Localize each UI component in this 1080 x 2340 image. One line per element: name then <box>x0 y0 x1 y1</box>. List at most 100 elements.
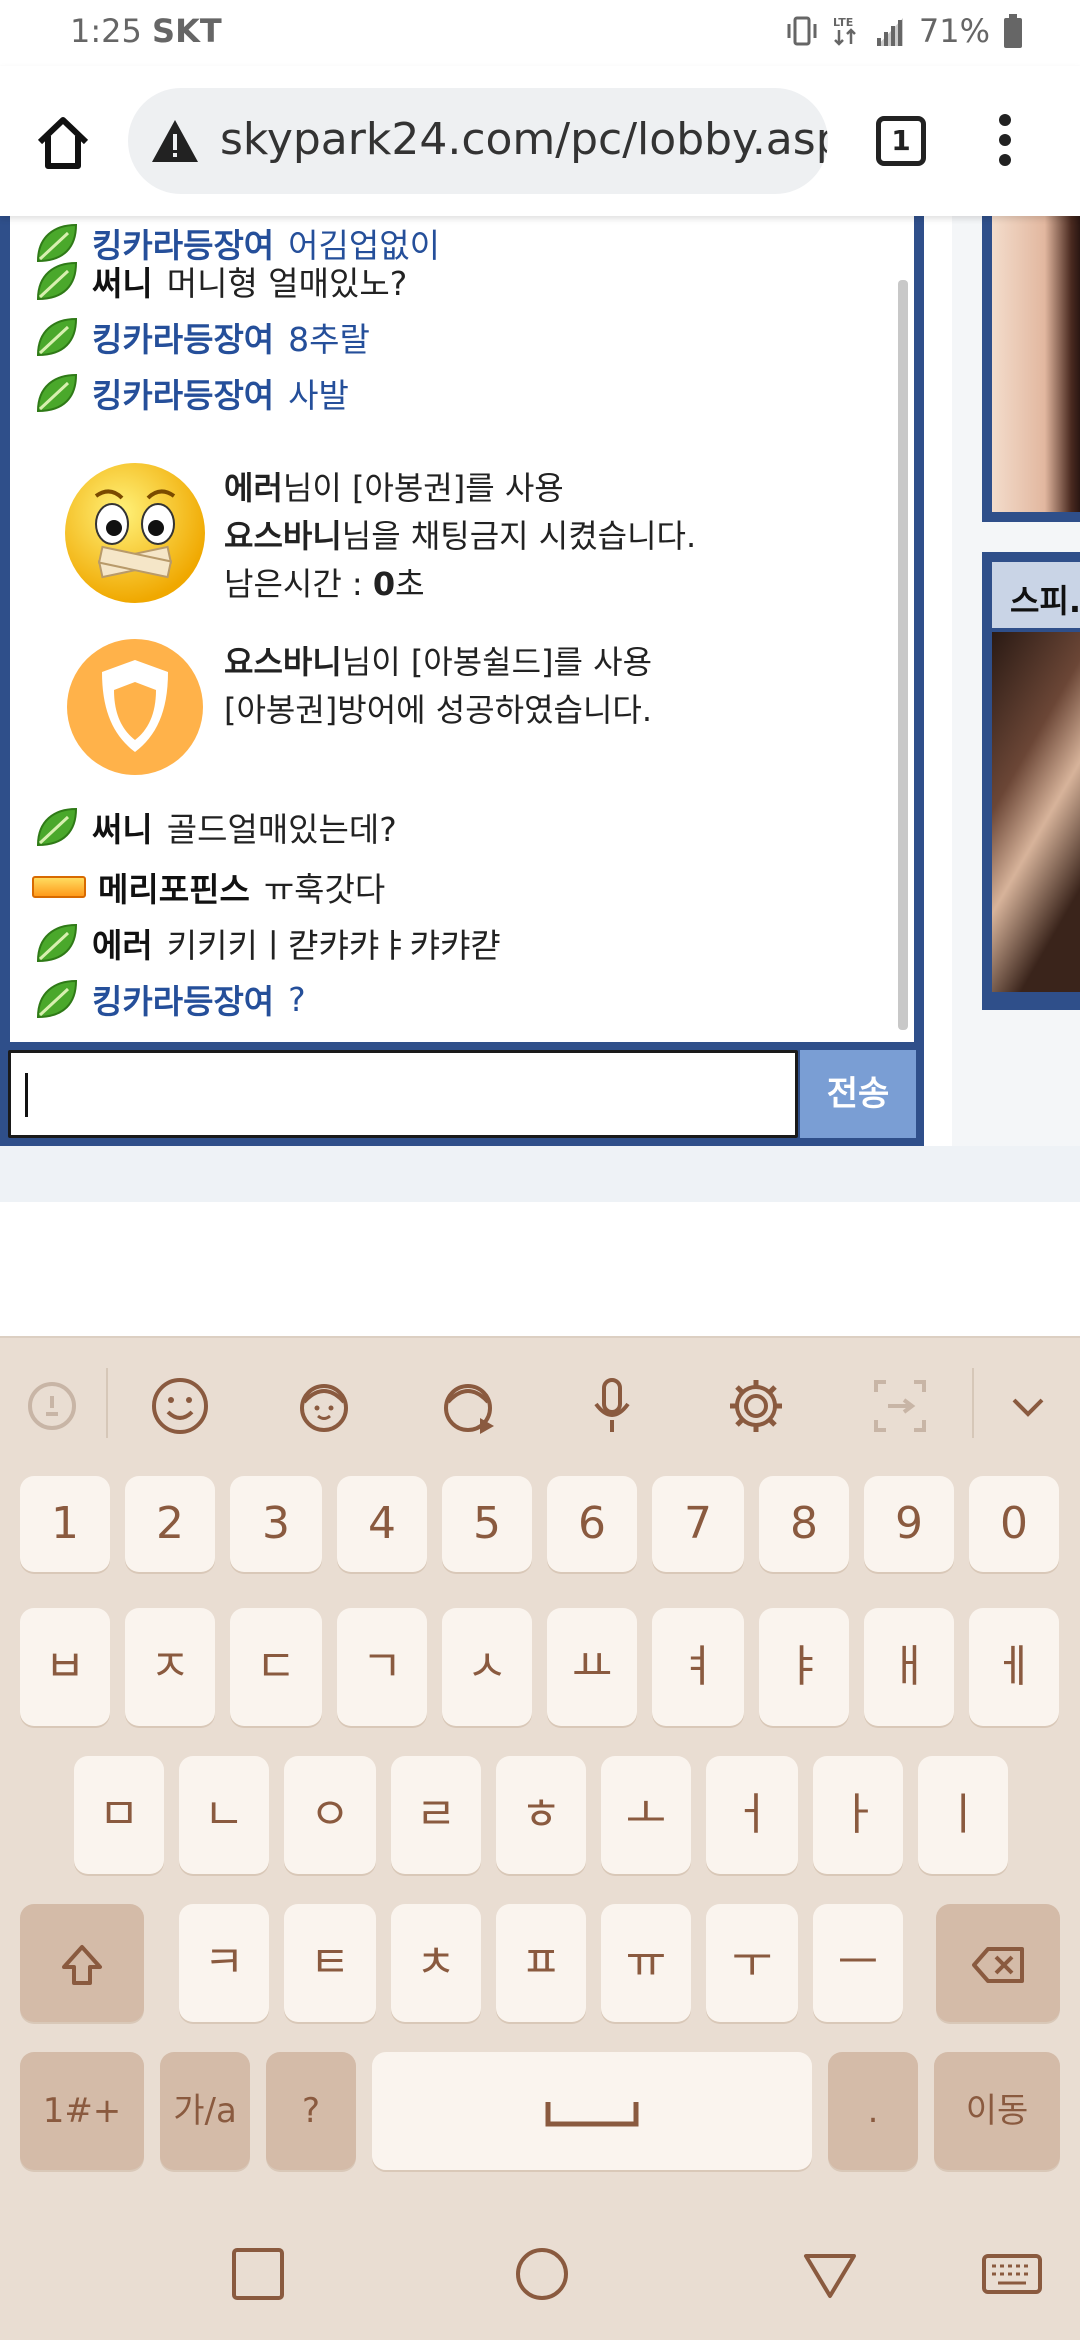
key-r[interactable]: ㄹ <box>391 1756 481 1874</box>
key-m[interactable]: ㅁ <box>74 1756 164 1874</box>
collapse-toolbar-button[interactable] <box>996 1374 1060 1438</box>
key-ch[interactable]: ㅊ <box>391 1904 481 2022</box>
tab-switcher-button[interactable]: 1 <box>876 116 926 166</box>
avatar-sticker-button[interactable] <box>292 1374 356 1438</box>
leaf-icon <box>36 923 78 963</box>
key-h[interactable]: ㅎ <box>496 1756 586 1874</box>
clipboard-sync-button[interactable] <box>20 1374 84 1438</box>
chat-message: 에러 키키키ㅣ캳캬캬ㅑ캬캬캳 <box>32 916 501 970</box>
question-key[interactable]: ? <box>266 2052 356 2170</box>
home-button[interactable] <box>30 110 96 176</box>
key-yeo[interactable]: ㅕ <box>652 1608 744 1726</box>
key-ng[interactable]: ㅇ <box>284 1756 376 1874</box>
key-o[interactable]: ㅗ <box>601 1756 691 1874</box>
text-extract-button[interactable] <box>868 1374 932 1438</box>
key-5[interactable]: 5 <box>442 1476 532 1572</box>
key-0[interactable]: 0 <box>969 1476 1059 1572</box>
backspace-key[interactable] <box>936 1904 1060 2022</box>
key-b[interactable]: ㅂ <box>20 1608 110 1726</box>
room-card[interactable] <box>982 216 1080 522</box>
gold-bar-icon <box>32 876 86 898</box>
shift-key[interactable] <box>20 1904 144 2022</box>
chat-scrollbar[interactable] <box>898 280 908 1030</box>
keyboard-settings-button[interactable] <box>724 1374 788 1438</box>
chat-nickname[interactable]: 써니 <box>92 257 153 305</box>
gear-icon <box>730 1380 782 1432</box>
key-2[interactable]: 2 <box>125 1476 215 1572</box>
notice-user-name: 에러 <box>224 469 283 507</box>
notice-user-name: 요스바니 <box>224 517 342 555</box>
key-e[interactable]: ㅔ <box>969 1608 1059 1726</box>
key-ae[interactable]: ㅐ <box>864 1608 954 1726</box>
home-nav-button[interactable] <box>510 2242 574 2306</box>
lte-icon: LTE <box>833 16 856 46</box>
key-g[interactable]: ㄱ <box>337 1608 427 1726</box>
key-3[interactable]: 3 <box>230 1476 322 1572</box>
host-photo[interactable] <box>992 632 1080 992</box>
chat-message: 메리포핀스 ㅠ훅갓다 <box>32 860 385 914</box>
enter-go-key[interactable]: 이동 <box>934 2052 1060 2170</box>
warning-icon[interactable] <box>150 118 200 164</box>
address-bar[interactable]: skypark24.com/pc/lobby.asp <box>128 88 828 194</box>
host-name[interactable]: 스피... <box>992 562 1080 628</box>
chat-text: 8추랄 <box>288 320 370 359</box>
key-eu[interactable]: ㅡ <box>813 1904 903 2022</box>
key-k[interactable]: ㅋ <box>179 1904 269 2022</box>
smiley-icon <box>152 1378 208 1434</box>
space-key[interactable] <box>372 2052 812 2170</box>
key-yu[interactable]: ㅠ <box>601 1904 691 2022</box>
key-p[interactable]: ㅍ <box>496 1904 586 2022</box>
chat-nickname[interactable]: 메리포핀스 <box>98 863 250 911</box>
chat-nickname[interactable]: 킹카라등장여 <box>92 369 274 417</box>
send-button[interactable]: 전송 <box>800 1050 916 1138</box>
key-9[interactable]: 9 <box>864 1476 954 1572</box>
voice-input-button[interactable] <box>580 1374 644 1438</box>
chat-list[interactable]: 킹카라등장여 어김업없이 써니 머니형 얼매있노? 킹카라등장여 8추랄 킹카라… <box>10 216 914 1042</box>
room-card[interactable]: 스피... <box>982 552 1080 1010</box>
key-t[interactable]: ㅌ <box>284 1904 376 2022</box>
web-page: 킹카라등장여 어김업없이 써니 머니형 얼매있노? 킹카라등장여 8추랄 킹카라… <box>0 216 1080 1336</box>
key-i[interactable]: ㅣ <box>918 1756 1008 1874</box>
key-s[interactable]: ㅅ <box>442 1608 532 1726</box>
key-4[interactable]: 4 <box>337 1476 427 1572</box>
more-menu-button[interactable] <box>990 114 1020 174</box>
chat-text: ? <box>288 979 306 1019</box>
home-icon <box>37 117 89 169</box>
key-yo[interactable]: ㅛ <box>547 1608 637 1726</box>
chat-input[interactable] <box>8 1050 798 1138</box>
chat-input-row: 전송 <box>0 1042 924 1146</box>
symbols-key[interactable]: 1#+ <box>20 2052 144 2170</box>
emoji-button[interactable] <box>148 1374 212 1438</box>
key-n[interactable]: ㄴ <box>179 1756 269 1874</box>
avatar-icon <box>300 1384 348 1432</box>
leaf-icon <box>36 807 78 847</box>
key-j[interactable]: ㅈ <box>125 1608 215 1726</box>
leaf-icon <box>36 261 78 301</box>
chat-nickname[interactable]: 킹카라등장여 <box>92 975 274 1023</box>
host-photo[interactable] <box>992 216 1080 512</box>
key-eo[interactable]: ㅓ <box>706 1756 798 1874</box>
battery-percent: 71% <box>918 12 990 50</box>
recents-button[interactable] <box>226 2242 290 2306</box>
key-6[interactable]: 6 <box>547 1476 637 1572</box>
chat-nickname[interactable]: 써니 <box>92 803 153 851</box>
key-a[interactable]: ㅏ <box>813 1756 903 1874</box>
key-ya[interactable]: ㅑ <box>759 1608 849 1726</box>
toolbar-divider <box>106 1368 108 1438</box>
animated-avatar-button[interactable] <box>438 1374 502 1438</box>
key-1[interactable]: 1 <box>20 1476 110 1572</box>
key-7[interactable]: 7 <box>652 1476 744 1572</box>
back-triangle-icon <box>804 2254 856 2298</box>
chat-nickname[interactable]: 에러 <box>92 919 153 967</box>
period-key[interactable]: . <box>828 2052 918 2170</box>
language-key[interactable]: 가/a <box>160 2052 250 2170</box>
text-caret <box>25 1073 28 1117</box>
url-text[interactable]: skypark24.com/pc/lobby.asp <box>220 114 828 165</box>
back-button[interactable] <box>798 2242 862 2306</box>
key-d[interactable]: ㄷ <box>230 1608 322 1726</box>
key-u[interactable]: ㅜ <box>706 1904 798 2022</box>
keyboard-switch-button[interactable] <box>980 2242 1044 2306</box>
shift-icon <box>62 1945 102 1985</box>
chat-nickname[interactable]: 킹카라등장여 <box>92 313 274 361</box>
key-8[interactable]: 8 <box>759 1476 849 1572</box>
